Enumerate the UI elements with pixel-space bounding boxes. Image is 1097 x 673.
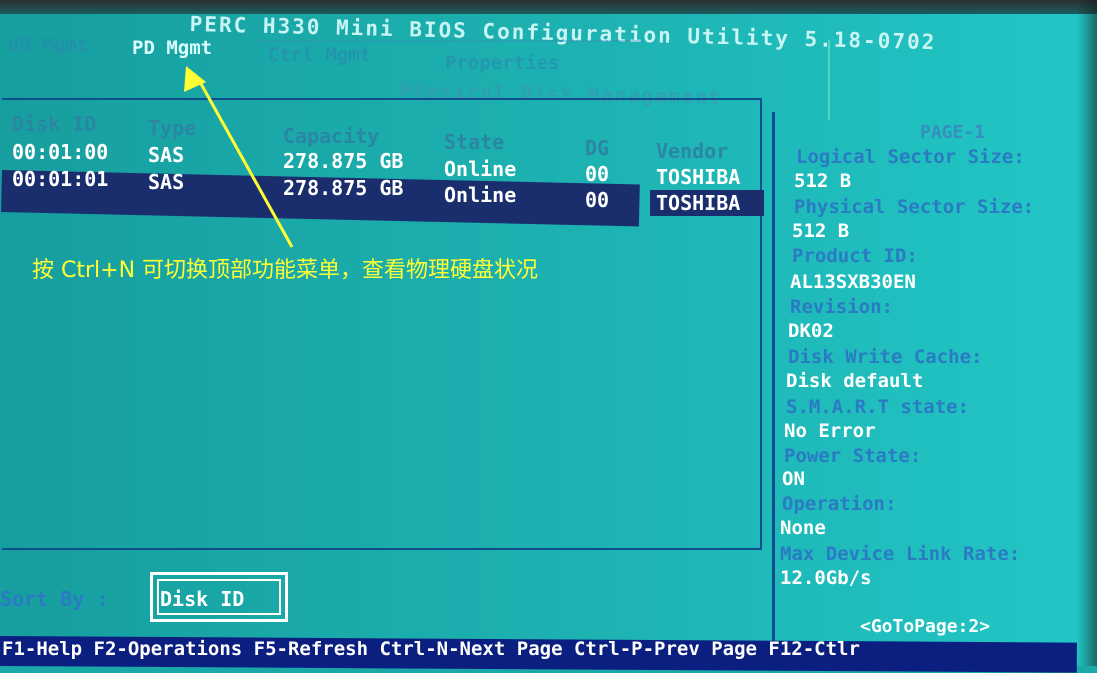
label-revision: Revision: [790, 296, 893, 318]
col-header-dg: DG [585, 136, 610, 160]
label-power-state: Power State: [784, 445, 922, 467]
cell-dg: 00 [585, 162, 610, 186]
col-header-state: State [444, 130, 505, 154]
label-max-device-link-rate: Max Device Link Rate: [780, 543, 1021, 565]
sort-by-value: Disk ID [160, 587, 245, 611]
label-product-id: Product ID: [792, 245, 918, 267]
bios-screen: PERC H330 Mini BIOS Configuration Utilit… [0, 0, 1097, 673]
value-physical-sector-size: 512 B [792, 220, 850, 242]
cell-state: Online [444, 157, 517, 181]
annotation-arrow-head [184, 66, 206, 92]
cell-disk-id: 00:01:00 [12, 140, 109, 164]
menu-pd-mgmt[interactable]: PD Mgmt [132, 37, 212, 59]
cell-dg: 00 [585, 188, 610, 212]
sort-by-label: Sort By : [0, 587, 109, 611]
col-header-type: Type [148, 116, 197, 140]
cell-capacity: 278.875 GB [283, 149, 404, 173]
goto-page-button[interactable]: <GoToPage:2> [860, 616, 990, 637]
annotation-text: 按 Ctrl+N 可切换顶部功能菜单，查看物理硬盘状况 [32, 258, 539, 283]
cell-state: Online [444, 183, 517, 207]
label-disk-write-cache: Disk Write Cache: [788, 346, 983, 368]
value-product-id: AL13SXB30EN [790, 271, 916, 293]
screen-artifact [828, 40, 830, 120]
cell-capacity: 278.875 GB [283, 176, 404, 200]
monitor-edge-shadow [1077, 0, 1097, 666]
menu-properties[interactable]: Properties [445, 52, 559, 74]
value-power-state: ON [782, 468, 805, 490]
label-smart-state: S.M.A.R.T state: [786, 396, 970, 418]
value-revision: DK02 [788, 320, 834, 342]
cell-disk-id: 00:01:01 [12, 167, 109, 191]
menu-ctrl-mgmt[interactable]: Ctrl Mgmt [268, 44, 371, 66]
value-max-device-link-rate: 12.0Gb/s [780, 567, 872, 589]
page-indicator: PAGE-1 [920, 122, 986, 143]
monitor-bezel [0, 0, 1097, 14]
cell-type: SAS [148, 143, 185, 167]
value-disk-write-cache: Disk default [786, 370, 924, 392]
value-smart-state: No Error [784, 420, 876, 442]
label-logical-sector-size: Logical Sector Size: [796, 146, 1025, 168]
col-header-capacity: Capacity [283, 124, 380, 148]
label-physical-sector-size: Physical Sector Size: [794, 196, 1035, 218]
cell-vendor: TOSHIBA [656, 165, 741, 189]
col-header-vendor: Vendor [656, 139, 729, 163]
value-logical-sector-size: 512 B [794, 170, 852, 192]
cell-vendor: TOSHIBA [656, 191, 741, 215]
menu-vd-mgmt[interactable]: VD Mgmt [8, 34, 88, 56]
cell-type: SAS [148, 170, 185, 194]
col-header-disk-id: Disk ID [12, 112, 97, 136]
footer-shortcuts: F1-Help F2-Operations F5-Refresh Ctrl-N-… [2, 638, 860, 660]
label-operation: Operation: [782, 493, 897, 515]
value-operation: None [780, 517, 826, 539]
